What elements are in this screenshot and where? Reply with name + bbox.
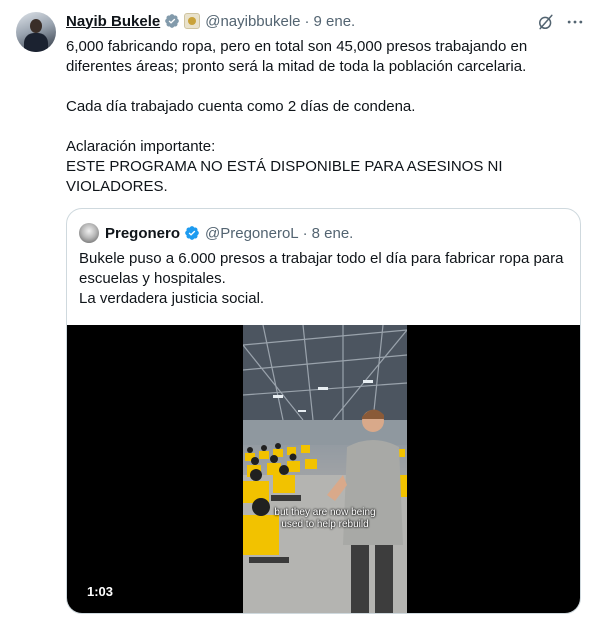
author-name[interactable]: Nayib Bukele <box>66 13 160 30</box>
video-caption: but they are now being used to help rebu… <box>257 507 393 531</box>
quoted-avatar[interactable] <box>79 223 99 243</box>
author-avatar[interactable] <box>16 12 56 52</box>
author-handle[interactable]: @nayibbukele <box>205 13 300 30</box>
caption-line: but they are now being <box>274 507 376 518</box>
caption-line: used to help rebuild <box>281 519 369 530</box>
quoted-date[interactable]: 8 ene. <box>312 225 354 242</box>
quoted-handle[interactable]: @PregoneroL <box>205 225 299 242</box>
tweet-paragraph: Aclaración importante: <box>66 138 216 155</box>
quoted-author-name[interactable]: Pregonero <box>105 225 180 242</box>
grok-icon[interactable] <box>536 12 556 32</box>
quoted-line: La verdadera justicia social. <box>79 290 265 307</box>
separator-dot: · <box>302 224 308 242</box>
quoted-header: Pregonero @PregoneroL · 8 ene. <box>79 223 353 243</box>
video-player[interactable]: but they are now being used to help rebu… <box>67 325 580 613</box>
tweet-paragraph: ESTE PROGRAMA NO ESTÁ DISPONIBLE PARA AS… <box>66 158 503 195</box>
separator-dot: · <box>304 12 310 30</box>
video-scene <box>243 325 407 613</box>
government-badge-icon[interactable] <box>184 13 201 29</box>
tweet-text: 6,000 fabricando ropa, pero en total son… <box>66 37 576 197</box>
verified-badge-icon <box>185 226 199 240</box>
verified-badge-icon <box>165 14 180 28</box>
tweet-paragraph: Cada día trabajado cuenta como 2 días de… <box>66 98 416 115</box>
quoted-text: Bukele puso a 6.000 presos a trabajar to… <box>79 249 569 309</box>
tweet[interactable]: Nayib Bukele @nayibbukele · 9 ene. 6,000… <box>0 0 598 630</box>
tweet-paragraph: 6,000 fabricando ropa, pero en total son… <box>66 38 528 75</box>
video-duration: 1:03 <box>87 584 114 599</box>
video-frame <box>243 325 407 613</box>
more-icon[interactable] <box>565 12 585 32</box>
quoted-tweet[interactable]: Pregonero @PregoneroL · 8 ene. Bukele pu… <box>66 208 581 614</box>
quoted-line: Bukele puso a 6.000 presos a trabajar to… <box>79 250 564 287</box>
tweet-header: Nayib Bukele @nayibbukele · 9 ene. <box>66 11 355 31</box>
tweet-date[interactable]: 9 ene. <box>314 13 356 30</box>
